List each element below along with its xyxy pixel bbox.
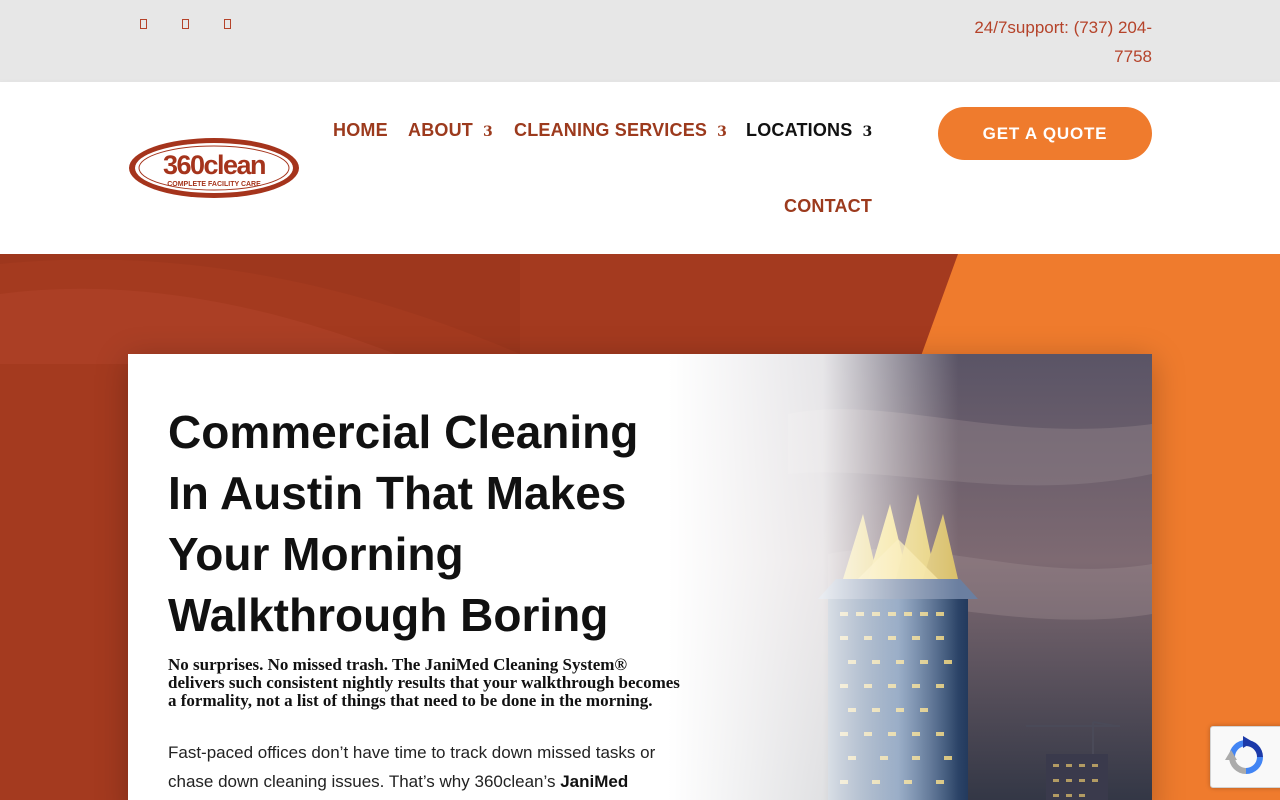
hero-headline: Commercial Cleaning In Austin That Makes… [168, 406, 639, 641]
nav-home-label: HOME [333, 120, 388, 140]
logo-graphic: 360clean COMPLETE FACILITY CARE [129, 138, 299, 198]
chevron-down-icon: 3 [862, 124, 873, 140]
facebook-icon[interactable] [138, 17, 150, 33]
top-bar: 24/7support: (737) 204-7758 [0, 0, 1280, 82]
nav-locations-label: LOCATIONS [746, 120, 853, 140]
recaptcha-badge[interactable] [1210, 726, 1280, 788]
logo-tagline: COMPLETE FACILITY CARE [167, 181, 261, 188]
austin-skyline-image [668, 354, 1152, 800]
instagram-icon[interactable] [222, 17, 234, 33]
nav-locations[interactable]: LOCATIONS 3 [746, 120, 872, 141]
logo[interactable]: 360clean COMPLETE FACILITY CARE [128, 136, 302, 202]
recaptcha-icon [1225, 736, 1263, 774]
nav-about-label: ABOUT [408, 120, 473, 140]
nav-contact-label: CONTACT [784, 196, 873, 216]
chevron-down-icon: 3 [483, 124, 493, 140]
hero-section: Commercial Cleaning In Austin That Makes… [0, 254, 1280, 800]
nav-contact[interactable]: CONTACT [784, 196, 872, 217]
hero-lead: No surprises. No missed trash. The JaniM… [168, 655, 680, 710]
nav-cleaning-services[interactable]: CLEANING SERVICES 3 [514, 120, 727, 141]
support-phone[interactable]: 24/7support: (737) 204-7758 [952, 13, 1152, 71]
hero-body-bold: JaniMed [560, 772, 629, 791]
main-header: 360clean COMPLETE FACILITY CARE HOME ABO… [0, 82, 1280, 254]
hero-body-text: Fast-paced offices don’t have time to tr… [168, 738, 668, 796]
twitter-icon[interactable] [180, 17, 192, 33]
nav-about[interactable]: ABOUT 3 [408, 120, 493, 141]
get-a-quote-button[interactable]: GET A QUOTE [938, 107, 1152, 160]
chevron-down-icon: 3 [717, 124, 728, 140]
hero-card: Commercial Cleaning In Austin That Makes… [128, 354, 1152, 800]
nav-home[interactable]: HOME [333, 120, 388, 141]
logo-brand-text: 360clean [163, 150, 265, 180]
nav-cleaning-services-label: CLEANING SERVICES [514, 120, 708, 140]
